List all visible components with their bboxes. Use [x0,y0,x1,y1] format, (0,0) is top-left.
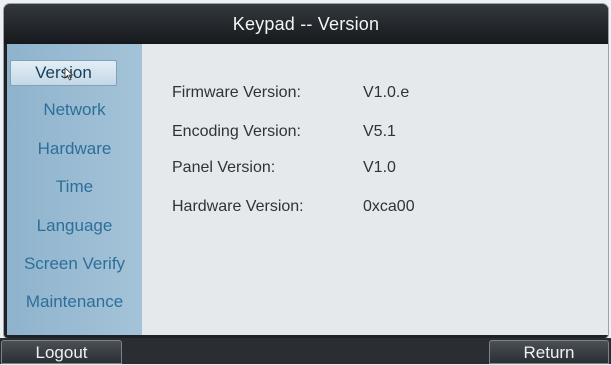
sidebar-item-maintenance[interactable]: Maintenance [7,287,142,317]
keypad-screen: Keypad -- Version Version Network Hardwa… [0,0,611,364]
encoding-version-label: Encoding Version: [172,123,301,140]
sidebar-menu: Version Network Hardware Time Language S… [7,44,142,335]
footer-bar: Logout Return [0,338,611,364]
panel-version-value: V1.0 [363,159,396,176]
hardware-version-value: 0xca00 [363,198,415,215]
hardware-version-label: Hardware Version: [172,198,304,215]
logout-button[interactable]: Logout [1,340,122,364]
panel-version-label: Panel Version: [172,159,276,176]
sidebar-item-time[interactable]: Time [7,172,142,202]
keypad-window: Keypad -- Version Version Network Hardwa… [4,4,608,338]
encoding-version-value: V5.1 [363,123,396,140]
version-info-panel: Firmware Version: V1.0.e Encoding Versio… [142,44,608,335]
sidebar-item-language[interactable]: Language [7,211,142,241]
sidebar-item-hardware[interactable]: Hardware [7,134,142,164]
sidebar-item-screen-verify[interactable]: Screen Verify [7,249,142,279]
mouse-pointer-icon [64,67,74,81]
firmware-version-value: V1.0.e [363,84,410,101]
return-button[interactable]: Return [489,340,609,364]
sidebar-item-network[interactable]: Network [7,95,142,125]
window-title: Keypad -- Version [4,4,608,44]
firmware-version-label: Firmware Version: [172,84,301,101]
